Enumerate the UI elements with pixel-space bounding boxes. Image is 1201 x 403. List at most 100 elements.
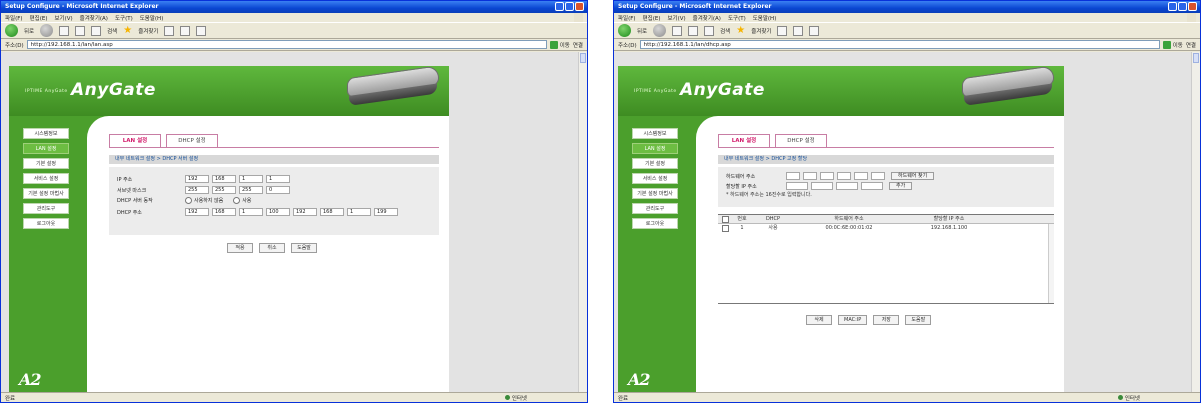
sidebar-item-basic-settings[interactable]: 기본 설정 [632, 158, 678, 169]
maximize-icon[interactable] [565, 2, 574, 11]
table-scrollbar[interactable] [1048, 224, 1054, 303]
sidebar-item-logout[interactable]: 로그아웃 [23, 218, 69, 229]
dhcp-on-radio[interactable]: 사용 [233, 197, 251, 204]
refresh-icon[interactable] [688, 25, 699, 36]
close-icon[interactable] [1188, 2, 1197, 11]
dhcp-end-octet-4-input[interactable]: 199 [374, 208, 398, 216]
maximize-icon[interactable] [1178, 2, 1187, 11]
sidebar-item-lan-settings[interactable]: LAN 설정 [632, 143, 678, 154]
ip-octet-3-input[interactable]: 1 [239, 175, 263, 183]
apply-button[interactable]: 적용 [227, 243, 253, 253]
home-icon[interactable] [704, 25, 715, 36]
sidebar-item-logout[interactable]: 로그아웃 [632, 218, 678, 229]
menu-edit[interactable]: 편집(E) [643, 14, 661, 22]
back-icon[interactable] [618, 24, 631, 37]
table-row[interactable]: 1 사용 00:0C:6E:00:01:02 192.168.1.100 [718, 224, 1054, 233]
sidebar-item-admin-tools[interactable]: 관리도구 [632, 203, 678, 214]
search-label[interactable]: 검색 [720, 27, 730, 35]
mac-octet-3-input[interactable] [820, 172, 834, 180]
media-icon[interactable] [164, 25, 175, 36]
dhcp-start-octet-1-input[interactable]: 192 [185, 208, 209, 216]
back-label[interactable]: 뒤로 [24, 27, 34, 35]
row-checkbox[interactable] [718, 224, 732, 233]
dhcp-off-radio[interactable]: 사용하지 않음 [185, 197, 223, 204]
print-icon[interactable] [196, 25, 207, 36]
menu-tools[interactable]: 도구(T) [115, 14, 133, 22]
go-button[interactable]: 이동 [549, 40, 570, 49]
select-all-checkbox[interactable] [718, 215, 732, 223]
save-button[interactable]: 저장 [873, 315, 900, 325]
assigned-ip-octet-1-input[interactable] [786, 182, 808, 190]
subnet-octet-2-input[interactable]: 255 [212, 186, 236, 194]
ip-octet-2-input[interactable]: 168 [212, 175, 236, 183]
menu-help[interactable]: 도움말(H) [753, 14, 777, 22]
menu-tools[interactable]: 도구(T) [728, 14, 746, 22]
mac-ip-button[interactable]: MAC:IP [838, 315, 868, 325]
dhcp-end-octet-1-input[interactable]: 192 [293, 208, 317, 216]
address-input[interactable]: http://192.168.1.1/lan/lan.asp [26, 40, 547, 49]
subnet-octet-1-input[interactable]: 255 [185, 186, 209, 194]
menu-help[interactable]: 도움말(H) [140, 14, 164, 22]
help-button[interactable]: 도움말 [905, 315, 932, 325]
ip-octet-1-input[interactable]: 192 [185, 175, 209, 183]
back-icon[interactable] [5, 24, 18, 37]
sidebar-item-system-info[interactable]: 시스템정보 [632, 128, 678, 139]
subnet-octet-4-input[interactable]: 0 [266, 186, 290, 194]
menu-file[interactable]: 파일(F) [618, 14, 636, 22]
back-label[interactable]: 뒤로 [637, 27, 647, 35]
favorites-label[interactable]: 즐겨찾기 [138, 27, 158, 35]
page-scrollbar[interactable] [1191, 52, 1200, 392]
menu-favorites[interactable]: 즐겨찾기(A) [693, 14, 721, 22]
stop-icon[interactable] [672, 25, 683, 36]
find-hardware-button[interactable]: 하드웨어 찾기 [891, 172, 935, 180]
minimize-icon[interactable] [555, 2, 564, 11]
sidebar-item-admin-tools[interactable]: 관리도구 [23, 203, 69, 214]
assigned-ip-octet-2-input[interactable] [811, 182, 833, 190]
menu-favorites[interactable]: 즐겨찾기(A) [80, 14, 108, 22]
dhcp-end-octet-3-input[interactable]: 1 [347, 208, 371, 216]
help-button[interactable]: 도움말 [291, 243, 317, 253]
mac-octet-1-input[interactable] [786, 172, 800, 180]
dhcp-start-octet-2-input[interactable]: 168 [212, 208, 236, 216]
page-scrollbar[interactable] [578, 52, 587, 392]
favorites-label[interactable]: 즐겨찾기 [751, 27, 771, 35]
mac-octet-6-input[interactable] [871, 172, 885, 180]
close-icon[interactable] [575, 2, 584, 11]
tab-dhcp-settings[interactable]: DHCP 설정 [166, 134, 218, 148]
tab-lan-settings[interactable]: LAN 설정 [718, 134, 770, 148]
sidebar-item-setup-wizard[interactable]: 기본 설정 마법사 [632, 188, 678, 199]
go-button[interactable]: 이동 [1162, 40, 1183, 49]
forward-icon[interactable] [40, 24, 54, 37]
mail-icon[interactable] [793, 25, 804, 36]
delete-button[interactable]: 삭제 [806, 315, 832, 325]
favorites-icon[interactable]: ★ [123, 25, 132, 36]
ip-octet-4-input[interactable]: 1 [266, 175, 290, 183]
mac-octet-5-input[interactable] [854, 172, 868, 180]
mac-octet-4-input[interactable] [837, 172, 851, 180]
sidebar-item-setup-wizard[interactable]: 기본 설정 마법사 [23, 188, 69, 199]
sidebar-item-service-settings[interactable]: 서비스 설정 [23, 173, 69, 184]
tab-lan-settings[interactable]: LAN 설정 [109, 134, 161, 148]
links-label[interactable]: 연결 [1186, 41, 1196, 49]
mac-octet-2-input[interactable] [803, 172, 817, 180]
sidebar-item-lan-settings[interactable]: LAN 설정 [23, 143, 69, 154]
search-label[interactable]: 검색 [107, 27, 117, 35]
menu-view[interactable]: 보기(V) [54, 14, 72, 22]
print-icon[interactable] [809, 25, 820, 36]
forward-icon[interactable] [653, 24, 667, 37]
assigned-ip-octet-3-input[interactable] [836, 182, 858, 190]
add-entry-button[interactable]: 추가 [889, 182, 913, 190]
sidebar-item-service-settings[interactable]: 서비스 설정 [632, 173, 678, 184]
dhcp-start-octet-4-input[interactable]: 100 [266, 208, 290, 216]
home-icon[interactable] [91, 25, 102, 36]
menu-edit[interactable]: 편집(E) [30, 14, 48, 22]
media-icon[interactable] [777, 25, 788, 36]
minimize-icon[interactable] [1168, 2, 1177, 11]
favorites-icon[interactable]: ★ [736, 25, 745, 36]
mail-icon[interactable] [180, 25, 191, 36]
refresh-icon[interactable] [75, 25, 86, 36]
tab-dhcp-settings[interactable]: DHCP 설정 [775, 134, 827, 148]
address-input[interactable]: http://192.168.1.1/lan/dhcp.asp [639, 40, 1160, 49]
sidebar-item-system-info[interactable]: 시스템정보 [23, 128, 69, 139]
menu-file[interactable]: 파일(F) [5, 14, 23, 22]
